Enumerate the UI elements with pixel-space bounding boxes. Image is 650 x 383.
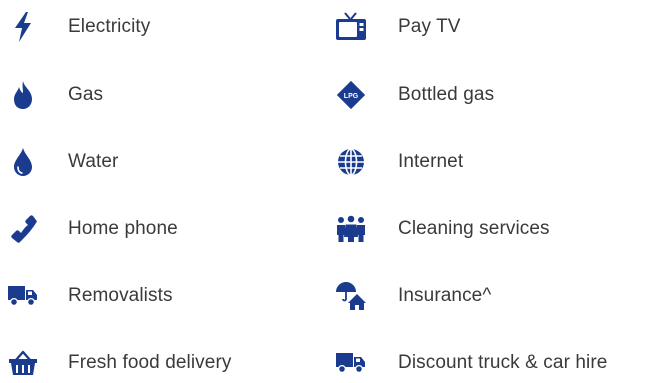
service-label-water: Water: [68, 151, 119, 172]
lpg-diamond-icon: LPG: [334, 78, 368, 112]
service-label-removalists: Removalists: [68, 285, 173, 306]
service-item-cleaning-services[interactable]: Cleaning services: [334, 209, 550, 249]
service-label-home-phone: Home phone: [68, 218, 178, 239]
lpg-icon-text: LPG: [344, 93, 359, 100]
service-label-discount-truck-car-hire: Discount truck & car hire: [398, 352, 608, 373]
people-group-icon: [334, 212, 368, 246]
service-label-electricity: Electricity: [68, 16, 151, 37]
service-item-pay-tv[interactable]: Pay TV: [334, 7, 461, 47]
service-item-home-phone[interactable]: Home phone: [6, 209, 178, 249]
service-label-fresh-food-delivery: Fresh food delivery: [68, 352, 232, 373]
truck-icon: [6, 279, 40, 313]
service-item-bottled-gas[interactable]: LPG Bottled gas: [334, 75, 494, 115]
service-label-gas: Gas: [68, 84, 104, 105]
service-item-internet[interactable]: Internet: [334, 142, 463, 182]
shopping-basket-icon: [6, 346, 40, 380]
service-item-fresh-food-delivery[interactable]: Fresh food delivery: [6, 343, 231, 383]
water-drop-icon: [6, 145, 40, 179]
service-label-pay-tv: Pay TV: [398, 16, 461, 37]
lightning-bolt-icon: [6, 10, 40, 44]
service-label-bottled-gas: Bottled gas: [398, 84, 495, 105]
service-item-removalists[interactable]: Removalists: [6, 276, 173, 316]
service-item-gas[interactable]: Gas: [6, 75, 103, 115]
umbrella-house-icon: [334, 279, 368, 313]
service-item-electricity[interactable]: Electricity: [6, 7, 150, 47]
service-item-water[interactable]: Water: [6, 142, 118, 182]
globe-icon: [334, 145, 368, 179]
service-label-internet: Internet: [398, 151, 464, 172]
service-item-discount-truck-car-hire[interactable]: Discount truck & car hire: [334, 343, 607, 383]
television-icon: [334, 10, 368, 44]
service-label-insurance: Insurance^: [398, 285, 492, 306]
flame-icon: [6, 78, 40, 112]
phone-handset-icon: [6, 212, 40, 246]
truck-icon: [334, 346, 368, 380]
service-item-insurance[interactable]: Insurance^: [334, 276, 491, 316]
services-grid: Electricity Gas Water Home phone Removal…: [0, 0, 650, 378]
service-label-cleaning-services: Cleaning services: [398, 218, 550, 239]
